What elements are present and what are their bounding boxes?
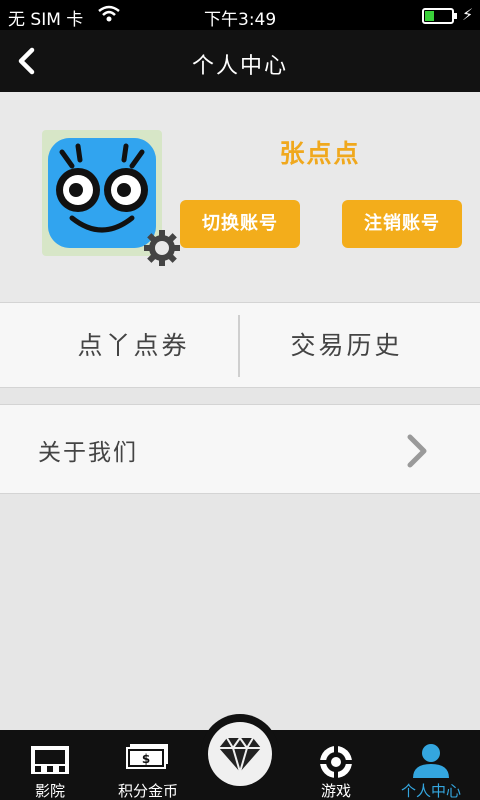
user-icon [413, 744, 449, 778]
status-bar: 无 SIM 卡 下午3:49 ⚡ [0, 0, 480, 30]
about-us-label: 关于我们 [38, 440, 138, 466]
charging-icon: ⚡ [462, 5, 474, 24]
gear-icon[interactable] [142, 228, 182, 268]
nav-item-cinema[interactable]: 影院 [10, 730, 90, 800]
page-title: 个人中心 [191, 54, 288, 79]
diamond-button[interactable] [201, 714, 279, 800]
about-us-row[interactable]: 关于我们 [0, 404, 480, 494]
tab-coupons[interactable]: 点丫点券 [14, 303, 253, 389]
title-bar: 个人中心 [0, 30, 480, 92]
crosshair-icon [318, 744, 354, 780]
account-tabs: 点丫点券 交易历史 [0, 302, 480, 388]
nav-label-games: 游戏 [320, 782, 351, 800]
battery-icon [422, 8, 457, 24]
logout-button[interactable]: 注销账号 [342, 200, 462, 248]
user-name: 张点点 [279, 139, 361, 168]
nav-item-games[interactable]: 游戏 [296, 730, 376, 800]
svg-text:$: $ [142, 752, 150, 766]
nav-item-points[interactable]: $ 积分金币 [100, 730, 196, 800]
chevron-right-icon [407, 434, 427, 468]
nav-label-cinema: 影院 [34, 782, 65, 800]
profile-section: 张点点 切换账号 注销账号 [0, 92, 480, 302]
nav-label-points: 积分金币 [117, 782, 178, 800]
switch-account-button[interactable]: 切换账号 [180, 200, 300, 248]
carrier-label: 无 SIM 卡 [8, 10, 84, 30]
clock: 下午3:49 [204, 10, 277, 30]
nav-label-profile: 个人中心 [400, 782, 461, 800]
tab-transaction-history[interactable]: 交易历史 [227, 303, 466, 389]
nav-item-profile[interactable]: 个人中心 [384, 730, 478, 800]
diamond-icon [219, 736, 261, 773]
cinema-icon [31, 746, 69, 774]
wifi-icon [98, 5, 120, 22]
money-icon: $ [126, 744, 168, 769]
